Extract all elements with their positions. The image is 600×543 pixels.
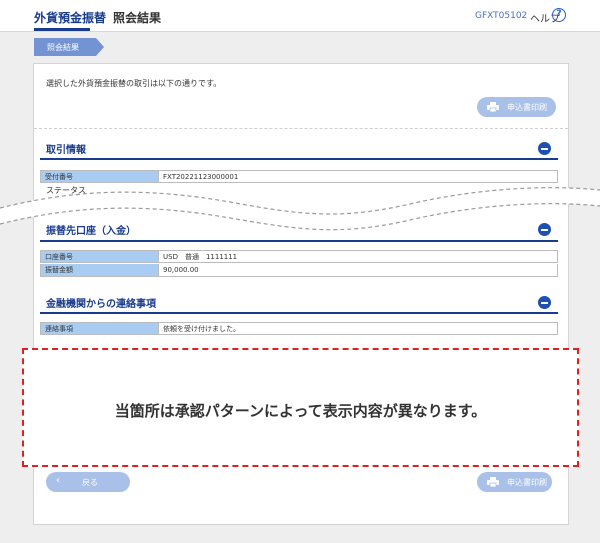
table-row: 振替金額 90,000.00 [40, 264, 558, 277]
question-circle-icon[interactable]: ? [552, 8, 566, 22]
section-rule [40, 240, 558, 242]
section-title-transaction: 取引情報 [46, 145, 86, 156]
active-tab-indicator [34, 28, 90, 31]
print-application-button[interactable]: 申込書印刷 [477, 97, 556, 117]
collapse-icon[interactable] [538, 142, 551, 155]
table-row: 連絡事項 依頼を受け付けました。 [40, 322, 558, 335]
section-rule [40, 158, 558, 160]
row-key: 振替金額 [41, 264, 159, 276]
section-rule [40, 312, 558, 314]
print-button-label: 申込書印刷 [507, 102, 547, 112]
collapse-icon[interactable] [538, 223, 551, 236]
back-button[interactable]: ‹ 戻る [46, 472, 130, 492]
collapse-icon[interactable] [538, 296, 551, 309]
row-key: 連絡事項 [41, 323, 159, 334]
header-bar: 外貨預金振替 照会結果 GFXT05102 ヘルプ ? [0, 0, 600, 32]
annotation-text: 当箇所は承認パターンによって表示内容が異なります。 [114, 402, 487, 420]
intro-text: 選択した外貨預金振替の取引は以下の通りです。 [46, 79, 222, 88]
printer-icon [487, 477, 499, 487]
step-indicator: 照会結果 [34, 38, 104, 56]
section-title-bank-notice: 金融機関からの連絡事項 [46, 299, 156, 310]
divider [34, 128, 568, 129]
screen-title: 照会結果 [113, 11, 162, 25]
step-label: 照会結果 [47, 43, 79, 52]
app-title[interactable]: 外貨預金振替 [34, 9, 106, 26]
annotation-box: 当箇所は承認パターンによって表示内容が異なります。 [22, 348, 579, 467]
row-value: 依頼を受け付けました。 [163, 325, 240, 333]
back-button-label: 戻る [82, 478, 98, 487]
row-key: 受付番号 [41, 171, 159, 182]
print-application-button-bottom[interactable]: 申込書印刷 [477, 472, 552, 492]
row-key: 口座番号 [41, 251, 159, 262]
row-value: 90,000.00 [163, 266, 199, 274]
screen-id: GFXT05102 [475, 11, 528, 21]
section-title-destination: 振替先口座（入金） [46, 226, 136, 237]
print-button-label: 申込書印刷 [507, 477, 547, 487]
printer-icon [487, 102, 499, 112]
row-value: USD 普通 1111111 [163, 253, 238, 261]
chevron-left-icon: ‹ [56, 475, 60, 486]
row-value: FXT20221123000001 [163, 173, 239, 181]
table-row: 口座番号 USD 普通 1111111 [40, 250, 558, 263]
